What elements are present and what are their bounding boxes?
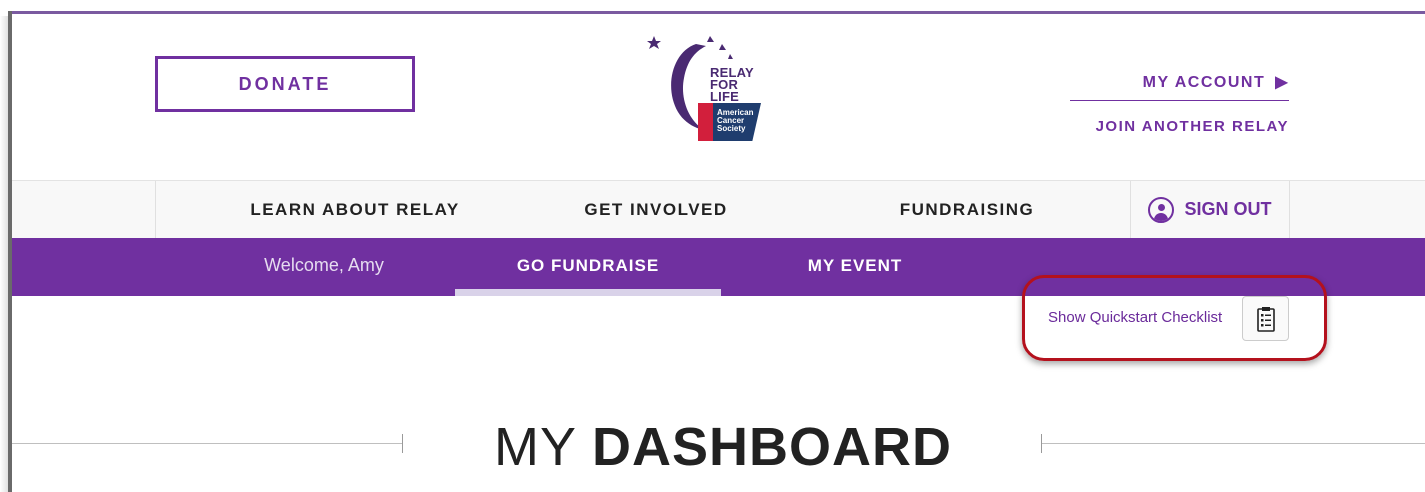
welcome-text: Welcome, Amy	[264, 255, 384, 275]
donate-button[interactable]: DONATE	[155, 56, 415, 112]
join-another-relay-link[interactable]: JOIN ANOTHER RELAY	[1096, 118, 1289, 135]
my-account-label: MY ACCOUNT	[1142, 74, 1266, 91]
acs-line-3: Society	[717, 124, 746, 133]
sign-out-label: SIGN OUT	[1184, 199, 1272, 219]
title-rule-left-tick	[402, 434, 403, 453]
play-arrow-icon: ▶	[1275, 74, 1289, 91]
page-title: MY DASHBOARD	[404, 414, 1042, 480]
title-rule-right	[1042, 443, 1425, 444]
title-rule-left	[12, 443, 402, 444]
quickstart-checklist-button[interactable]	[1242, 296, 1289, 341]
active-tab-indicator	[455, 289, 721, 296]
show-quickstart-checklist-link[interactable]: Show Quickstart Checklist	[1048, 309, 1222, 326]
sign-out-button[interactable]: SIGN OUT	[1131, 181, 1289, 238]
tab-my-event[interactable]: MY EVENT	[772, 238, 938, 293]
main-nav: LEARN ABOUT RELAY GET INVOLVED FUNDRAISI…	[12, 180, 1425, 238]
relay-for-life-logo[interactable]: RELAY FOR LIFE American Cancer Society	[644, 32, 770, 144]
account-divider	[1070, 100, 1289, 101]
logo-line-2: FOR LIFE	[710, 77, 739, 104]
window-shadow	[0, 16, 8, 492]
acs-sword-mark	[698, 103, 713, 141]
clipboard-checklist-icon	[1256, 306, 1275, 332]
nav-divider	[1289, 181, 1290, 238]
user-circle-icon	[1148, 196, 1175, 223]
page-title-bold: DASHBOARD	[592, 417, 952, 477]
nav-item-get-involved[interactable]: GET INVOLVED	[542, 181, 770, 238]
tab-go-fundraise[interactable]: GO FUNDRAISE	[455, 238, 721, 293]
page-title-light: MY	[493, 417, 577, 477]
nav-item-fundraising[interactable]: FUNDRAISING	[852, 181, 1082, 238]
nav-item-learn-about-relay[interactable]: LEARN ABOUT RELAY	[156, 181, 554, 238]
logo-wordmark: RELAY FOR LIFE	[710, 66, 770, 104]
my-account-link[interactable]: MY ACCOUNT ▶	[1143, 72, 1289, 92]
site-header: DONATE RELAY FOR LIFE American Cancer So…	[12, 14, 1425, 180]
